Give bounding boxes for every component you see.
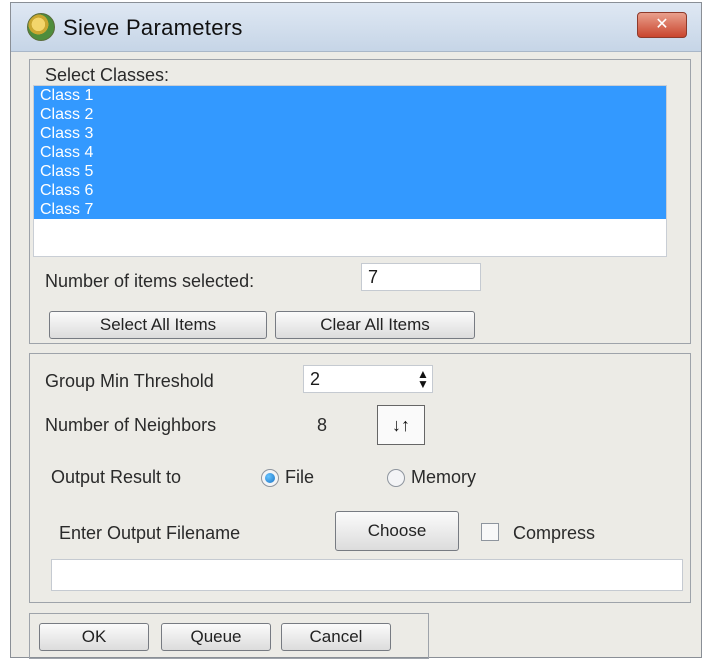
output-result-label: Output Result to xyxy=(51,467,182,487)
cancel-button[interactable]: Cancel xyxy=(281,623,391,651)
output-filename-label: Enter Output Filename xyxy=(59,523,241,543)
output-memory-label: Memory xyxy=(411,467,477,487)
output-file-radio[interactable] xyxy=(261,469,279,487)
queue-button[interactable]: Queue xyxy=(161,623,271,651)
threshold-label: Group Min Threshold xyxy=(45,371,214,391)
select-classes-label: Select Classes: xyxy=(45,65,170,85)
items-selected-count: 7 xyxy=(361,263,481,291)
list-item[interactable]: Class 7 xyxy=(34,200,666,219)
window-title: Sieve Parameters xyxy=(63,15,243,40)
output-file-label: File xyxy=(285,467,315,487)
list-item[interactable]: Class 6 xyxy=(34,181,666,200)
items-selected-label: Number of items selected: xyxy=(45,271,255,291)
list-item[interactable]: Class 3 xyxy=(34,124,666,143)
neighbors-value: 8 xyxy=(317,415,328,435)
classes-listbox[interactable]: Class 1 Class 2 Class 3 Class 4 Class 5 … xyxy=(33,85,667,257)
compress-label: Compress xyxy=(513,523,596,543)
close-button[interactable]: ✕ xyxy=(637,12,687,38)
ok-button[interactable]: OK xyxy=(39,623,149,651)
output-memory-radio[interactable] xyxy=(387,469,405,487)
list-item[interactable]: Class 1 xyxy=(34,86,666,105)
threshold-stepper[interactable]: 2 xyxy=(303,365,433,393)
list-item[interactable]: Class 2 xyxy=(34,105,666,124)
choose-button[interactable]: Choose xyxy=(335,511,459,551)
swap-arrows-icon[interactable]: ↓↑ xyxy=(377,405,425,445)
spin-arrows-icon[interactable]: ▲ ▼ xyxy=(415,368,431,390)
list-item[interactable]: Class 4 xyxy=(34,143,666,162)
output-filename-field[interactable] xyxy=(51,559,683,591)
list-item[interactable]: Class 5 xyxy=(34,162,666,181)
select-all-items-button[interactable]: Select All Items xyxy=(49,311,267,339)
neighbors-label: Number of Neighbors xyxy=(45,415,217,435)
title-bar: Sieve Parameters ✕ xyxy=(11,3,701,52)
compress-checkbox[interactable] xyxy=(481,523,499,541)
app-globe-icon xyxy=(27,13,55,41)
sieve-parameters-dialog: Sieve Parameters ✕ Select Classes: Class… xyxy=(10,2,702,659)
clear-all-items-button[interactable]: Clear All Items xyxy=(275,311,475,339)
